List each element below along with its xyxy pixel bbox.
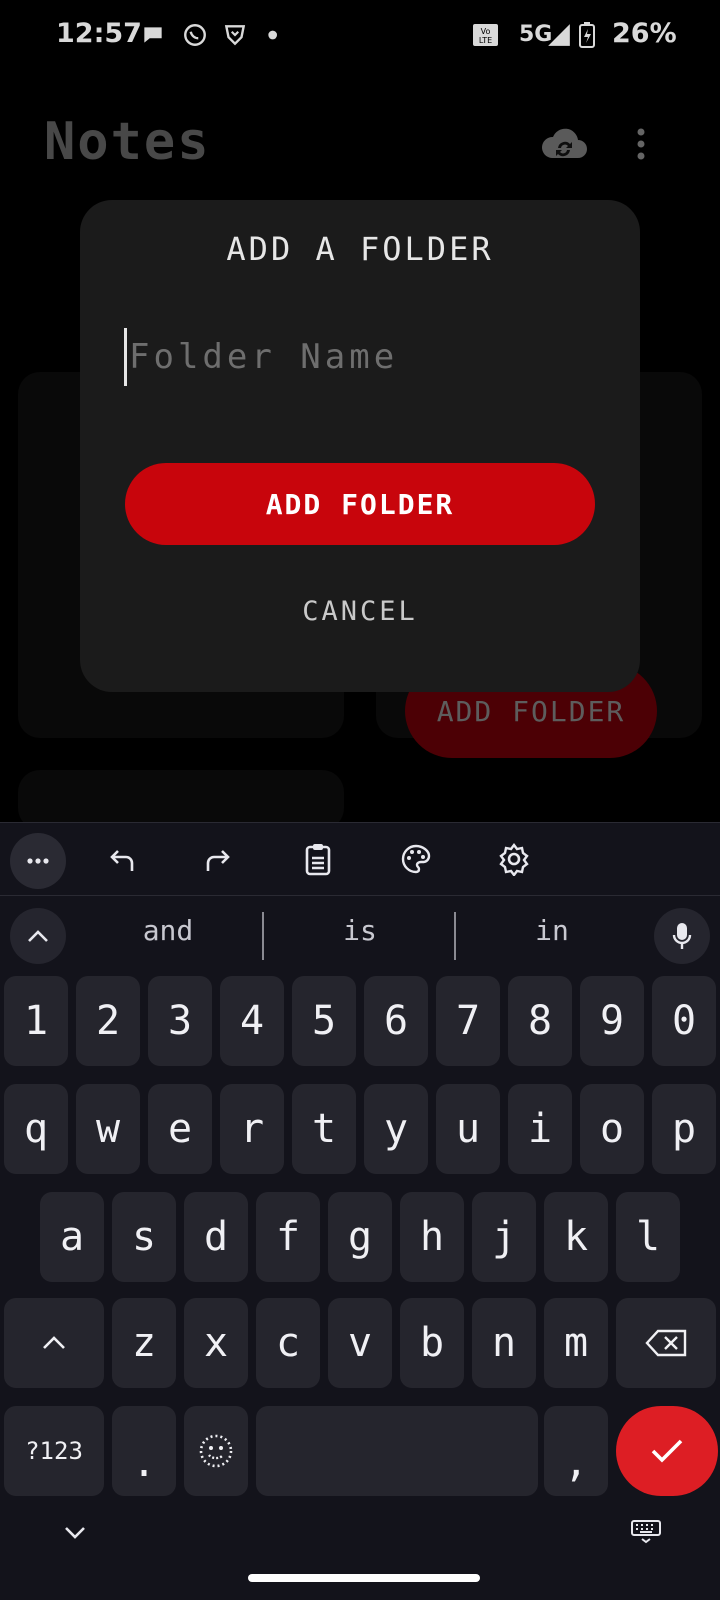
key-4[interactable]: 4 [220, 976, 284, 1066]
shift-key[interactable] [4, 1298, 104, 1388]
backspace-key[interactable] [616, 1298, 716, 1388]
emoji-key[interactable] [184, 1406, 248, 1496]
folder-name-input[interactable] [124, 328, 601, 386]
redo-icon[interactable] [192, 833, 244, 885]
hide-keyboard-icon[interactable] [62, 1522, 88, 1542]
key-f[interactable]: f [256, 1192, 320, 1282]
key-c[interactable]: c [256, 1298, 320, 1388]
symbols-key[interactable]: ?123 [4, 1406, 104, 1496]
key-comma[interactable]: , [544, 1406, 608, 1496]
dialog-title: ADD A FOLDER [226, 230, 494, 268]
key-e[interactable]: e [148, 1084, 212, 1174]
key-x[interactable]: x [184, 1298, 248, 1388]
key-w[interactable]: w [76, 1084, 140, 1174]
key-h[interactable]: h [400, 1192, 464, 1282]
key-o[interactable]: o [580, 1084, 644, 1174]
suggestion[interactable]: and [78, 914, 258, 947]
microphone-icon[interactable] [654, 908, 710, 964]
key-a[interactable]: a [40, 1192, 104, 1282]
key-s[interactable]: s [112, 1192, 176, 1282]
key-0[interactable]: 0 [652, 976, 716, 1066]
add-folder-dialog: ADD A FOLDER ADD FOLDER CANCEL [80, 200, 640, 692]
key-d[interactable]: d [184, 1192, 248, 1282]
key-k[interactable]: k [544, 1192, 608, 1282]
key-v[interactable]: v [328, 1298, 392, 1388]
suggestion-divider [454, 912, 456, 960]
key-z[interactable]: z [112, 1298, 176, 1388]
space-key[interactable] [256, 1406, 538, 1496]
add-folder-button[interactable]: ADD FOLDER [125, 463, 595, 545]
undo-icon[interactable] [96, 833, 148, 885]
cancel-button[interactable]: CANCEL [80, 596, 640, 627]
key-3[interactable]: 3 [148, 976, 212, 1066]
keyboard-toolbar [0, 822, 720, 896]
key-l[interactable]: l [616, 1192, 680, 1282]
home-indicator[interactable] [248, 1574, 480, 1582]
key-y[interactable]: y [364, 1084, 428, 1174]
key-t[interactable]: t [292, 1084, 356, 1174]
key-g[interactable]: g [328, 1192, 392, 1282]
chevron-up-icon[interactable] [10, 908, 66, 964]
more-icon[interactable] [10, 833, 66, 889]
settings-icon[interactable] [488, 833, 540, 885]
key-i[interactable]: i [508, 1084, 572, 1174]
suggestion-divider [262, 912, 264, 960]
suggestion-strip: and is in [0, 896, 720, 974]
key-r[interactable]: r [220, 1084, 284, 1174]
clipboard-icon[interactable] [292, 833, 344, 885]
key-p[interactable]: p [652, 1084, 716, 1174]
key-9[interactable]: 9 [580, 976, 644, 1066]
key-8[interactable]: 8 [508, 976, 572, 1066]
key-j[interactable]: j [472, 1192, 536, 1282]
suggestion[interactable]: in [462, 914, 642, 947]
key-period[interactable]: . [112, 1406, 176, 1496]
keyboard-switch-icon[interactable] [630, 1518, 662, 1544]
keyboard: and is in 1 2 3 4 5 6 7 8 9 0 q w e r t … [0, 822, 720, 1600]
enter-key[interactable] [616, 1406, 718, 1496]
key-m[interactable]: m [544, 1298, 608, 1388]
key-5[interactable]: 5 [292, 976, 356, 1066]
key-b[interactable]: b [400, 1298, 464, 1388]
key-n[interactable]: n [472, 1298, 536, 1388]
key-1[interactable]: 1 [4, 976, 68, 1066]
key-7[interactable]: 7 [436, 976, 500, 1066]
palette-icon[interactable] [390, 833, 442, 885]
suggestion[interactable]: is [270, 914, 450, 947]
key-2[interactable]: 2 [76, 976, 140, 1066]
key-q[interactable]: q [4, 1084, 68, 1174]
key-6[interactable]: 6 [364, 976, 428, 1066]
key-u[interactable]: u [436, 1084, 500, 1174]
